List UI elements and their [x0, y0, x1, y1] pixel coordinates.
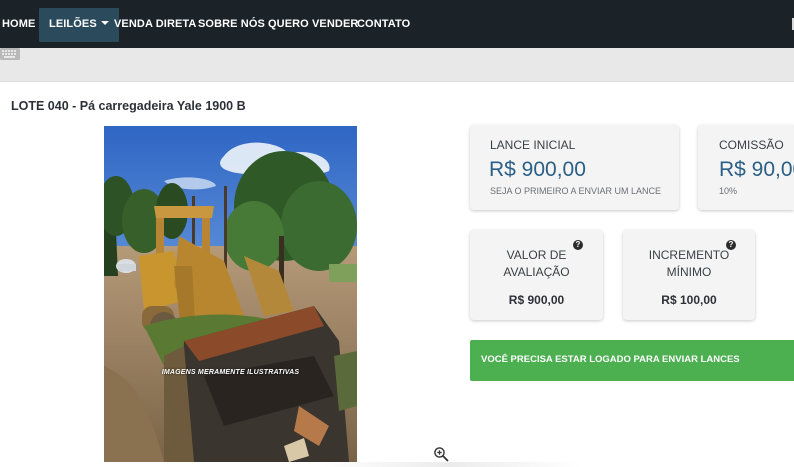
card-valor-avaliacao: VALOR DE AVALIAÇÃO ? R$ 900,00 [470, 230, 603, 320]
incremento-minimo-label-line2: MÍNIMO [666, 265, 712, 279]
incremento-minimo-value: R$ 100,00 [661, 293, 717, 307]
incremento-minimo-label-line1: INCREMENTO [648, 248, 730, 262]
caret-down-icon [100, 21, 109, 26]
bottom-shadow [320, 462, 580, 467]
card-incremento-minimo: INCREMENTO MÍNIMO ? R$ 100,00 [623, 230, 755, 320]
nav-home[interactable]: HOME [2, 0, 35, 48]
lot-title: LOTE 040 - Pá carregadeira Yale 1900 B [11, 99, 246, 113]
question-circle-icon[interactable]: ? [573, 240, 583, 250]
comissao-percent: 10% [719, 186, 738, 196]
comissao-label: COMISSÃO [719, 138, 784, 152]
nav-leiloes-label: LEILÕES [49, 18, 97, 30]
nav-sobre-nos[interactable]: SOBRE NÓS [198, 0, 265, 48]
card-lance-inicial: LANCE INICIAL R$ 900,00 SEJA O PRIMEIRO … [470, 125, 679, 210]
secondary-bar [0, 48, 794, 82]
valor-avaliacao-label-line2: AVALIAÇÃO [503, 265, 570, 279]
login-required-text: VOCÊ PRECISA ESTAR LOGADO PARA ENVIAR LA… [481, 354, 740, 365]
nav-venda-direta[interactable]: VENDA DIRETA [114, 0, 196, 48]
lance-inicial-label: LANCE INICIAL [490, 138, 576, 152]
photo-watermark: IMAGENS MERAMENTE ILUSTRATIVAS [161, 369, 300, 376]
comissao-value: R$ 90,00 [719, 158, 794, 181]
card-comissao: COMISSÃO R$ 90,00 10% [698, 125, 794, 210]
nav-quero-vender[interactable]: QUERO VENDER [268, 0, 358, 48]
nav-leiloes[interactable]: LEILÕES [39, 8, 119, 42]
question-circle-icon[interactable]: ? [726, 240, 736, 250]
login-required-banner: VOCÊ PRECISA ESTAR LOGADO PARA ENVIAR LA… [470, 340, 794, 381]
lance-inicial-value: R$ 900,00 [489, 158, 586, 181]
lot-photo[interactable]: IMAGENS MERAMENTE ILUSTRATIVAS [104, 126, 357, 462]
keyboard-icon[interactable] [0, 48, 20, 60]
zoom-in-icon[interactable] [433, 446, 449, 462]
top-navbar: HOME LEILÕES VENDA DIRETA SOBRE NÓS QUER… [0, 0, 794, 48]
lot-photo-illustration [104, 126, 357, 462]
lance-inicial-hint: SEJA O PRIMEIRO A ENVIAR UM LANCE [490, 186, 662, 196]
nav-contato[interactable]: CONTATO [357, 0, 410, 48]
valor-avaliacao-value: R$ 900,00 [508, 293, 565, 307]
valor-avaliacao-label-line1: VALOR DE [506, 248, 567, 262]
